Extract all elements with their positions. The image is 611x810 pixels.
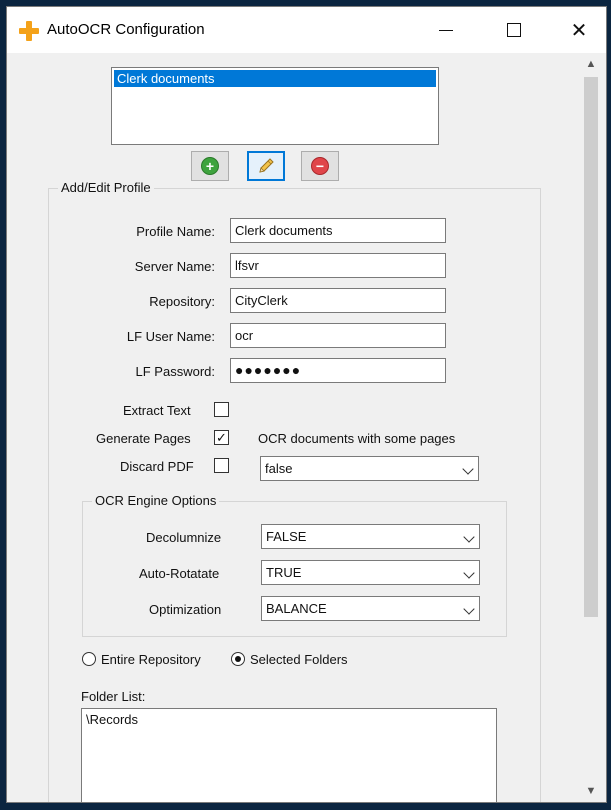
lf-user-name-label: LF User Name: (126, 329, 215, 344)
ocr-engine-legend: OCR Engine Options (92, 493, 220, 508)
discard-pdf-label: Discard PDF (120, 459, 194, 474)
optimization-label: Optimization (149, 602, 222, 617)
decolumnize-select[interactable]: FALSE (261, 524, 480, 549)
ocr-some-pages-value: false (265, 461, 293, 476)
autorotate-label: Auto-Rotatate (139, 566, 220, 581)
radio-selected-dot (235, 656, 241, 662)
edit-profile-button[interactable] (247, 151, 285, 181)
profile-name-label: Profile Name: (136, 224, 215, 239)
repository-input[interactable]: CityClerk (230, 288, 446, 313)
discard-pdf-checkbox[interactable] (214, 458, 229, 473)
entire-repository-label[interactable]: Entire Repository (101, 652, 201, 667)
profile-list[interactable]: Clerk documents (111, 67, 439, 145)
decolumnize-value: FALSE (266, 529, 307, 544)
extract-text-checkbox[interactable] (214, 402, 229, 417)
folder-list-item[interactable]: \Records (86, 712, 138, 727)
decolumnize-label: Decolumnize (146, 530, 222, 545)
minimize-button[interactable] (423, 7, 469, 53)
add-profile-button[interactable]: + (191, 151, 229, 181)
minimize-icon (439, 29, 453, 31)
chevron-down-icon (463, 567, 475, 579)
title-bar: AutoOCR Configuration ✕ (7, 7, 606, 53)
ocr-some-pages-select[interactable]: false (260, 456, 479, 481)
window-title: AutoOCR Configuration (47, 21, 205, 38)
lf-password-input[interactable]: ●●●●●●● (230, 358, 446, 383)
autorotate-select[interactable]: TRUE (261, 560, 480, 585)
add-icon: + (201, 157, 219, 175)
edit-profile-legend: Add/Edit Profile (58, 180, 154, 195)
scroll-up-icon[interactable]: ▲ (582, 55, 600, 73)
entire-repository-radio[interactable] (82, 652, 96, 666)
folder-list[interactable]: \Records (81, 708, 497, 802)
selected-folders-radio[interactable] (231, 652, 245, 666)
check-icon: ✓ (216, 430, 227, 445)
close-button[interactable]: ✕ (556, 7, 602, 53)
maximize-icon (507, 23, 521, 37)
profile-list-item[interactable]: Clerk documents (114, 70, 436, 87)
remove-icon: − (311, 157, 329, 175)
remove-profile-button[interactable]: − (301, 151, 339, 181)
server-name-input[interactable]: lfsvr (230, 253, 446, 278)
lf-password-label: LF Password: (135, 364, 215, 379)
autorotate-value: TRUE (266, 565, 302, 580)
repository-label: Repository: (149, 294, 215, 309)
scroll-down-icon[interactable]: ▼ (582, 782, 600, 800)
plus-icon (19, 21, 39, 41)
autoocr-window: AutoOCR Configuration ✕ Clerk documents … (6, 6, 607, 803)
optimization-value: BALANCE (266, 601, 327, 616)
chevron-down-icon (463, 603, 475, 615)
generate-pages-checkbox[interactable]: ✓ (214, 430, 229, 445)
ocr-some-pages-label: OCR documents with some pages (258, 431, 456, 446)
close-icon: ✕ (570, 19, 588, 42)
vertical-scrollbar[interactable]: ▲ ▼ (582, 53, 600, 802)
profile-name-input[interactable]: Clerk documents (230, 218, 446, 243)
lf-user-name-input[interactable]: ocr (230, 323, 446, 348)
generate-pages-label: Generate Pages (96, 431, 191, 446)
server-name-label: Server Name: (134, 259, 215, 274)
optimization-select[interactable]: BALANCE (261, 596, 480, 621)
folder-list-label: Folder List: (81, 689, 146, 704)
selected-folders-label[interactable]: Selected Folders (250, 652, 348, 667)
maximize-button[interactable] (491, 7, 537, 53)
chevron-down-icon (462, 463, 474, 475)
chevron-down-icon (463, 531, 475, 543)
scrollbar-thumb[interactable] (584, 77, 598, 617)
pencil-icon (259, 158, 274, 173)
extract-text-label: Extract Text (123, 403, 191, 418)
